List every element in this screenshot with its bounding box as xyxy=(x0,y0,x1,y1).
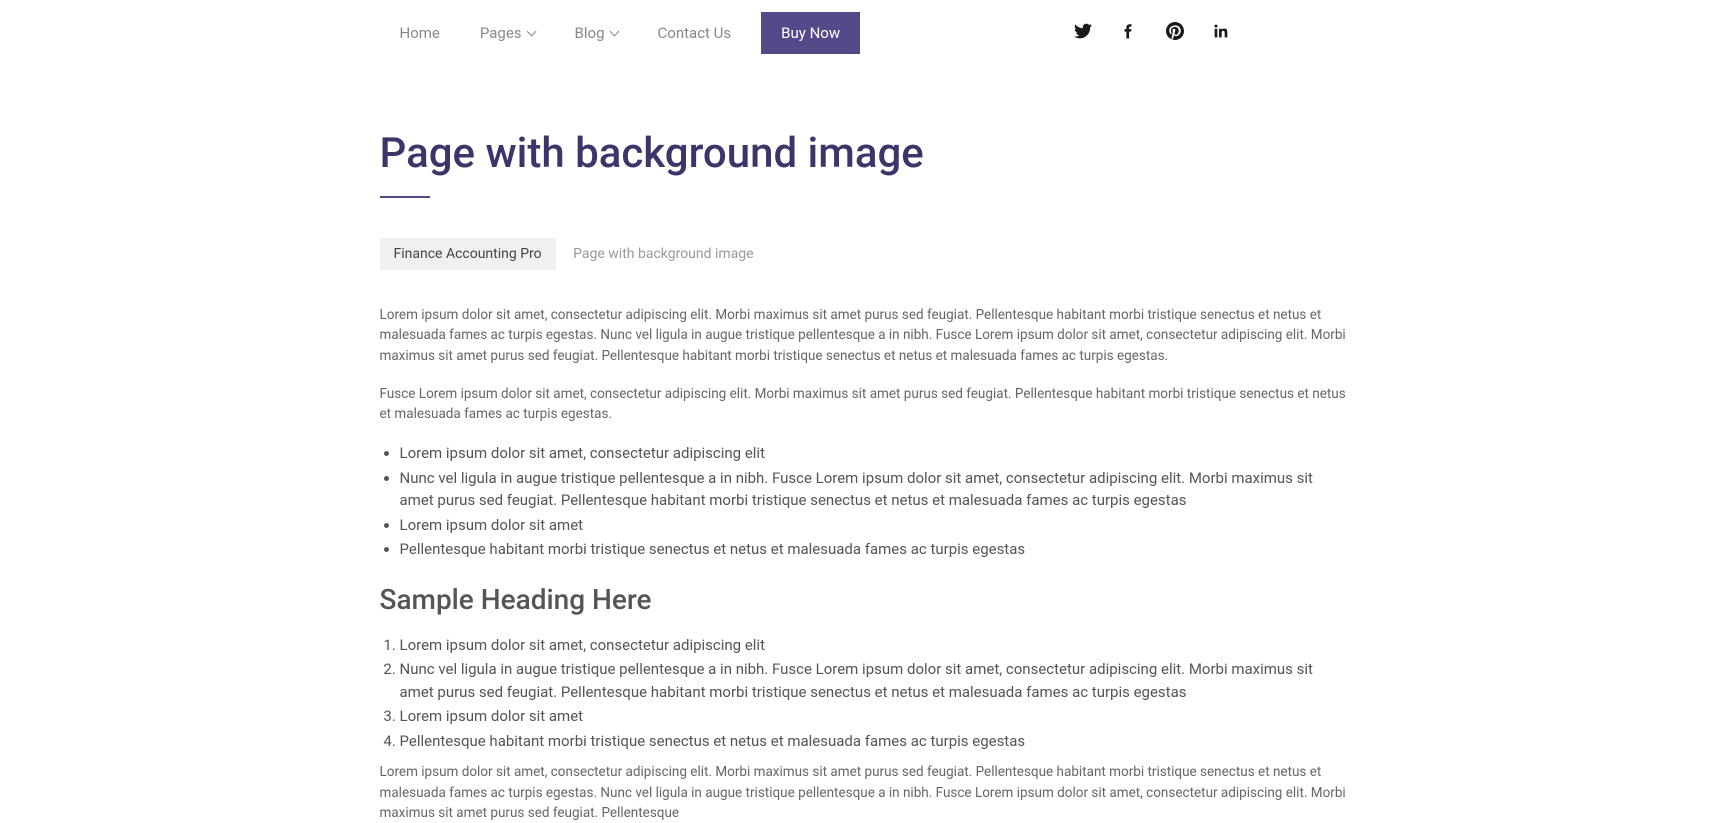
social-links xyxy=(1074,22,1230,44)
list-item: Nunc vel ligula in augue tristique pelle… xyxy=(400,658,1350,703)
chevron-down-icon xyxy=(526,27,536,37)
breadcrumb: Finance Accounting Pro Page with backgro… xyxy=(380,238,1350,270)
nav-contact[interactable]: Contact Us xyxy=(638,14,752,52)
nav-blog[interactable]: Blog xyxy=(555,14,638,52)
list-item: Lorem ipsum dolor sit amet xyxy=(400,705,1350,728)
list-item: Lorem ipsum dolor sit amet, consectetur … xyxy=(400,442,1350,465)
list-item: Nunc vel ligula in augue tristique pelle… xyxy=(400,467,1350,512)
paragraph: Fusce Lorem ipsum dolor sit amet, consec… xyxy=(380,384,1350,425)
nav-pages[interactable]: Pages xyxy=(460,14,555,52)
facebook-icon[interactable] xyxy=(1120,22,1138,44)
list-item: Pellentesque habitant morbi tristique se… xyxy=(400,730,1350,753)
paragraph: Lorem ipsum dolor sit amet, consectetur … xyxy=(380,762,1350,823)
numbered-list: Lorem ipsum dolor sit amet, consectetur … xyxy=(380,634,1350,753)
list-item: Pellentesque habitant morbi tristique se… xyxy=(400,538,1350,561)
breadcrumb-home-link[interactable]: Finance Accounting Pro xyxy=(380,238,556,270)
nav-home[interactable]: Home xyxy=(380,14,460,52)
breadcrumb-current: Page with background image xyxy=(559,238,767,270)
chevron-down-icon xyxy=(609,27,619,37)
pinterest-icon[interactable] xyxy=(1166,22,1184,44)
nav-pages-label: Pages xyxy=(480,24,522,42)
list-item: Lorem ipsum dolor sit amet, consectetur … xyxy=(400,634,1350,657)
top-bar: Home Pages Blog Contact Us Buy Now xyxy=(380,0,1350,74)
nav-blog-label: Blog xyxy=(575,24,605,42)
bullet-list: Lorem ipsum dolor sit amet, consectetur … xyxy=(380,442,1350,561)
section-heading: Sample Heading Here xyxy=(380,583,1350,616)
page-content: Lorem ipsum dolor sit amet, consectetur … xyxy=(380,305,1350,823)
main-nav: Home Pages Blog Contact Us Buy Now xyxy=(380,12,861,54)
title-underline xyxy=(380,196,430,198)
buy-now-button[interactable]: Buy Now xyxy=(761,12,860,54)
twitter-icon[interactable] xyxy=(1074,22,1092,44)
page-title: Page with background image xyxy=(380,129,1350,178)
list-item: Lorem ipsum dolor sit amet xyxy=(400,514,1350,537)
linkedin-icon[interactable] xyxy=(1212,22,1230,44)
paragraph: Lorem ipsum dolor sit amet, consectetur … xyxy=(380,305,1350,366)
